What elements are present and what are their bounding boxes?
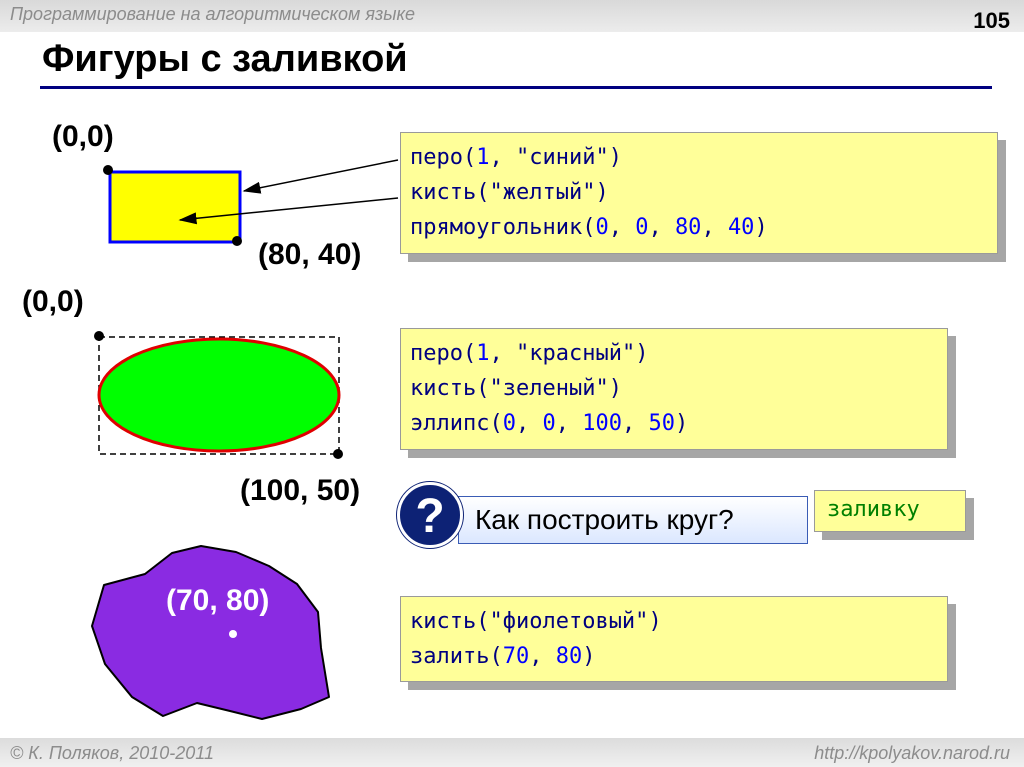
purple-region — [91, 545, 330, 720]
rectangle-code-line: кисть("желтый") — [410, 180, 609, 205]
code-function: прямоугольник — [410, 215, 583, 240]
code-string: "зеленый" — [489, 376, 609, 401]
code-number: 0 — [595, 215, 609, 240]
rectangle-code-line: прямоугольник(0, 0, 80, 40) — [410, 215, 768, 240]
code-number: 0 — [542, 411, 556, 436]
ellipse-corner-end-dot — [333, 449, 343, 459]
ellipse-code-line: эллипс(0, 0, 100, 50) — [410, 411, 689, 436]
code-number: 100 — [582, 411, 622, 436]
code-function: эллипс — [410, 411, 490, 436]
code-string: "синий" — [515, 145, 609, 170]
question-text: Как построить круг? — [475, 504, 734, 535]
code-number: 0 — [635, 215, 649, 240]
ellipse-code-block: перо(1, "красный") кисть("зеленый") эллипс… — [400, 328, 948, 450]
code-number: 40 — [727, 215, 755, 240]
ellipse-code-line: перо(1, "красный") — [410, 341, 649, 366]
arrow-pen-to-border — [242, 159, 399, 194]
footer-bar: © К. Поляков, 2010-2011 http://kpolyakov… — [0, 738, 1024, 767]
code-number: 80 — [674, 215, 702, 240]
fill-point-coord: (70, 80) — [166, 584, 270, 617]
rectangle-code-block: перо(1, "синий") кисть("желтый") прямоугол… — [400, 132, 998, 254]
green-ellipse — [97, 337, 341, 453]
question-mark-icon: ? — [397, 482, 463, 548]
code-function: кисть — [410, 376, 477, 401]
footer-copyright: © К. Поляков, 2010-2011 — [10, 743, 214, 763]
rect-corner-start-dot — [103, 165, 113, 175]
code-function: кисть — [410, 180, 477, 205]
answer-text: заливку — [827, 497, 920, 522]
fill-point-dot — [229, 630, 237, 638]
answer-box: заливку — [814, 490, 966, 532]
code-function: перо — [410, 341, 463, 366]
code-string: "фиолетовый" — [489, 609, 649, 634]
code-number: 70 — [502, 644, 530, 669]
code-function: залить — [410, 644, 490, 669]
ellipse-corner-start-dot — [94, 331, 104, 341]
rect-corner-end-dot — [232, 236, 242, 246]
yellow-rectangle — [108, 170, 242, 244]
ellipse-end-coord: (100, 50) — [240, 474, 361, 507]
fill-code-line: залить(70, 80) — [410, 644, 596, 669]
fill-code-line: кисть("фиолетовый") — [410, 609, 662, 634]
question-glyph: ? — [415, 490, 445, 543]
rect-end-coord: (80, 40) — [258, 238, 362, 271]
code-function: перо — [410, 145, 463, 170]
question-box: Как построить круг? — [458, 496, 808, 544]
code-number: 1 — [476, 145, 490, 170]
code-number: 80 — [555, 644, 583, 669]
fill-code-block: кисть("фиолетовый") залить(70, 80) — [400, 596, 948, 682]
code-string: "желтый" — [489, 180, 596, 205]
code-number: 1 — [476, 341, 490, 366]
code-function: кисть — [410, 609, 477, 634]
code-number: 50 — [648, 411, 675, 436]
code-number: 0 — [502, 411, 516, 436]
rectangle-code-line: перо(1, "синий") — [410, 145, 622, 170]
footer-url[interactable]: http://kpolyakov.narod.ru — [814, 743, 1010, 764]
rect-start-coord: (0,0) — [52, 120, 114, 153]
code-string: "красный" — [515, 341, 636, 366]
ellipse-code-line: кисть("зеленый") — [410, 376, 622, 401]
ellipse-start-coord: (0,0) — [22, 285, 84, 318]
